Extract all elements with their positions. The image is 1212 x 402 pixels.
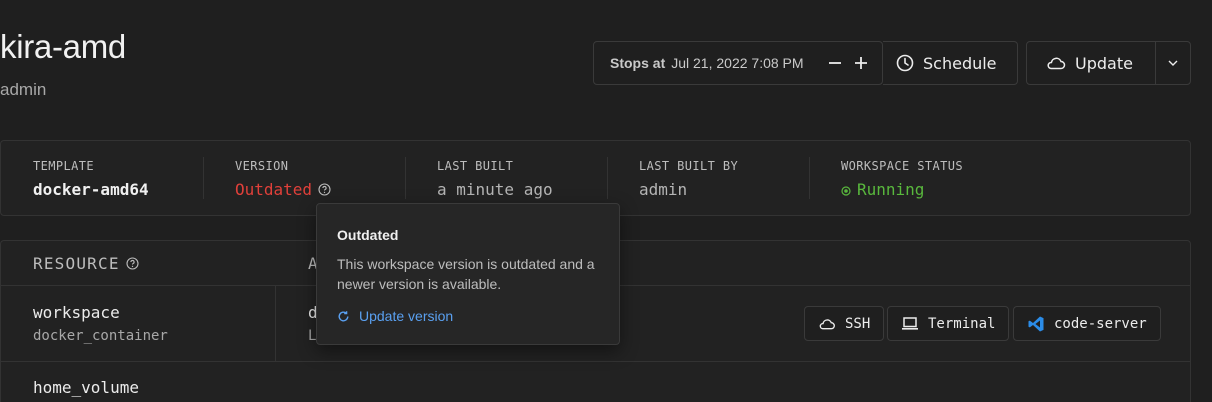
schedule-button[interactable]: Schedule	[883, 41, 1018, 85]
clock-icon	[896, 54, 914, 72]
terminal-button[interactable]: Terminal	[887, 306, 1010, 341]
ssh-label: SSH	[845, 315, 871, 332]
tooltip-title: Outdated	[337, 227, 399, 243]
code-server-button[interactable]: code-server	[1013, 306, 1161, 341]
last-built-label: LAST BUILT	[437, 159, 514, 173]
stat-divider	[203, 157, 204, 199]
terminal-label: Terminal	[928, 315, 996, 332]
stat-divider	[607, 157, 608, 199]
status-value: Running	[841, 180, 963, 199]
resource-name: workspace	[33, 303, 120, 322]
stop-schedule-control: Stops at Jul 21, 2022 7:08 PM	[593, 41, 883, 85]
last-built-by-label: LAST BUILT BY	[639, 159, 739, 173]
cloud-icon	[819, 318, 835, 329]
template-link[interactable]: docker-amd64	[33, 180, 149, 199]
tooltip-body: This workspace version is outdated and a…	[337, 256, 595, 292]
help-circle-icon	[318, 183, 331, 196]
update-button[interactable]: Update	[1026, 41, 1156, 85]
code-server-label: code-server	[1054, 315, 1147, 332]
plus-icon	[855, 57, 867, 69]
last-built-by-value: admin	[639, 180, 688, 199]
status-text: Running	[857, 180, 925, 199]
resource-name: home_volume	[33, 378, 139, 397]
update-version-label: Update version	[359, 308, 454, 324]
version-help-icon[interactable]	[318, 181, 331, 200]
minus-icon	[829, 62, 841, 64]
last-built-value: a minute ago	[437, 180, 553, 199]
version-value: Outdated	[235, 180, 331, 200]
stat-workspace-status: WORKSPACE STATUS Running	[841, 141, 963, 217]
update-label: Update	[1075, 53, 1133, 73]
stops-at-time: Jul 21, 2022 7:08 PM	[671, 55, 804, 71]
row-divider	[275, 286, 276, 362]
version-status: Outdated	[235, 180, 313, 199]
resource-help-icon[interactable]	[126, 255, 139, 274]
refresh-icon	[338, 310, 349, 321]
status-label: WORKSPACE STATUS	[841, 159, 963, 173]
update-version-link[interactable]: Update version	[337, 308, 453, 324]
running-dot-icon	[841, 185, 851, 196]
version-outdated-tooltip: Outdated This workspace version is outda…	[316, 203, 620, 345]
stat-last-built-by: LAST BUILT BY admin	[639, 141, 738, 217]
laptop-icon	[902, 317, 918, 330]
stat-template: TEMPLATE docker-amd64	[33, 141, 149, 217]
vscode-icon	[1028, 316, 1044, 331]
decrease-deadline-button[interactable]	[824, 52, 846, 74]
stat-divider	[809, 157, 810, 199]
help-circle-icon	[126, 257, 139, 270]
version-label: VERSION	[235, 159, 289, 173]
update-options-dropdown[interactable]	[1155, 41, 1191, 85]
stat-divider	[405, 157, 406, 199]
resource-column-header: RESOURCE	[33, 254, 139, 274]
ssh-button[interactable]: SSH	[804, 306, 885, 341]
template-label: TEMPLATE	[33, 159, 94, 173]
schedule-label: Schedule	[923, 53, 997, 73]
increase-deadline-button[interactable]	[850, 52, 872, 74]
chevron-down-icon	[1168, 60, 1178, 66]
workspace-owner: admin	[0, 80, 47, 99]
cloud-icon	[1047, 57, 1066, 70]
resource-type: docker_container	[33, 328, 168, 344]
workspace-name: kira-amd	[0, 28, 126, 65]
stops-at-label: Stops at	[610, 55, 666, 71]
